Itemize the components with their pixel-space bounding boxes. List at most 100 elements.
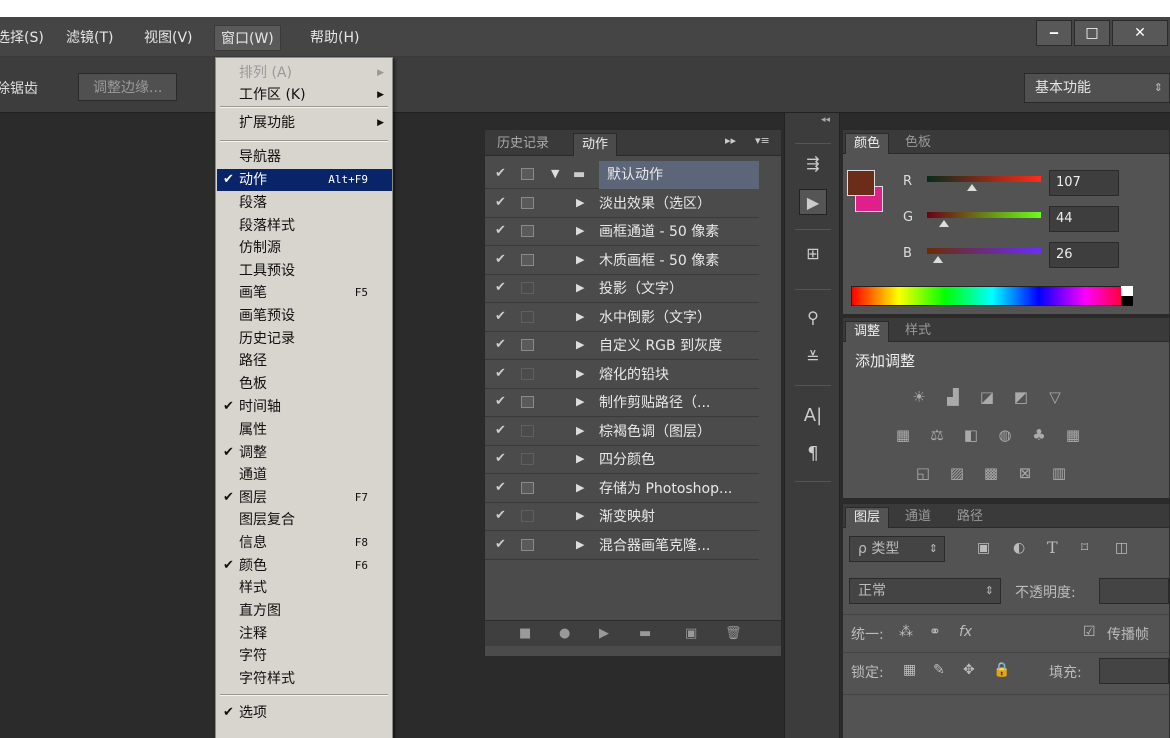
exposure-icon[interactable]: ◩ <box>1011 388 1031 406</box>
menu-item[interactable]: 通道 <box>217 464 392 486</box>
menu-window[interactable]: 窗口(W) <box>214 25 281 51</box>
lock-all-icon[interactable]: 🔒 <box>993 662 1010 678</box>
expand-right-icon[interactable]: ▶ <box>576 538 584 551</box>
menu-item[interactable]: 路径 <box>217 350 392 372</box>
action-set-row[interactable]: ✔ ▼ ▬ 默认动作 <box>485 161 759 189</box>
unify-position-icon[interactable]: ⁂ <box>899 624 913 640</box>
tab-styles[interactable]: 样式 <box>897 321 939 342</box>
action-row[interactable]: ✔ ▶ 水中倒影（文字） <box>485 304 759 332</box>
menu-item[interactable]: 属性 <box>217 419 392 441</box>
tab-channels[interactable]: 通道 <box>897 507 939 528</box>
menu-item[interactable]: 排列 (A) ▶ <box>217 62 392 84</box>
toggle-check-icon[interactable]: ✔ <box>495 280 509 295</box>
menu-item[interactable]: 段落样式 <box>217 215 392 237</box>
trash-icon[interactable]: 🗑 <box>725 626 742 641</box>
close-button[interactable]: ✕ <box>1112 20 1168 46</box>
action-row[interactable]: ✔ ▶ 画框通道 - 50 像素 <box>485 218 759 246</box>
menu-item[interactable]: 历史记录 <box>217 328 392 350</box>
dialog-toggle-icon[interactable] <box>521 424 534 437</box>
tab-layers[interactable]: 图层 <box>845 507 890 528</box>
photo-filter-icon[interactable]: ◍ <box>995 426 1015 444</box>
menu-item[interactable]: 图层复合 <box>217 509 392 531</box>
white-swatch[interactable] <box>1121 286 1133 296</box>
toggle-check-icon[interactable]: ✔ <box>495 508 509 523</box>
vibrance-icon[interactable]: ▽ <box>1045 388 1065 406</box>
expand-right-icon[interactable]: ▶ <box>576 253 584 266</box>
menu-item[interactable]: ✔ 选项 <box>217 702 392 724</box>
action-row[interactable]: ✔ ▶ 混合器画笔克隆... <box>485 532 759 560</box>
expand-right-icon[interactable]: ▶ <box>576 196 584 209</box>
collapse-panel-icon[interactable]: ▸▸ <box>725 134 736 147</box>
action-row[interactable]: ✔ ▶ 制作剪贴路径（... <box>485 389 759 417</box>
menu-item[interactable]: 色板 <box>217 373 392 395</box>
toggle-check-icon[interactable]: ✔ <box>495 480 509 495</box>
filter-type-icon[interactable]: T <box>1047 538 1058 557</box>
channel-mixer-icon[interactable]: ♣ <box>1029 426 1049 444</box>
hue-saturation-icon[interactable]: ▦ <box>893 426 913 444</box>
unify-visibility-icon[interactable]: ⚭ <box>929 624 941 640</box>
record-icon[interactable]: ● <box>559 626 570 641</box>
brush-presets-icon[interactable]: ⚲ <box>799 305 827 331</box>
menu-help[interactable]: 帮助(H) <box>304 25 365 51</box>
tool-presets-icon[interactable]: ⊞ <box>799 241 827 267</box>
posterize-icon[interactable]: ▨ <box>947 464 967 482</box>
menu-item[interactable]: 工具预设 <box>217 260 392 282</box>
action-row[interactable]: ✔ ▶ 淡出效果（选区） <box>485 190 759 218</box>
filter-shape-icon[interactable]: ⌑ <box>1081 540 1088 556</box>
character-icon[interactable]: A| <box>799 403 827 429</box>
expand-right-icon[interactable]: ▶ <box>576 338 584 351</box>
expand-right-icon[interactable]: ▶ <box>576 424 584 437</box>
dialog-toggle-icon[interactable] <box>521 282 534 294</box>
action-row[interactable]: ✔ ▶ 渐变映射 <box>485 503 759 531</box>
toggle-check-icon[interactable]: ✔ <box>495 366 509 381</box>
refine-edge-button[interactable]: 调整边缘... <box>78 73 178 101</box>
black-white-icon[interactable]: ◧ <box>961 426 981 444</box>
toggle-check-icon[interactable]: ✔ <box>495 195 509 210</box>
filter-adjustment-icon[interactable]: ◐ <box>1013 540 1025 556</box>
invert-icon[interactable]: ◱ <box>913 464 933 482</box>
tab-actions[interactable]: 动作 <box>573 133 618 156</box>
blue-slider-thumb[interactable] <box>933 256 943 263</box>
dialog-toggle-icon[interactable] <box>521 253 534 266</box>
dialog-toggle-icon[interactable] <box>521 367 534 380</box>
action-row[interactable]: ✔ ▶ 存储为 Photoshop... <box>485 475 759 503</box>
folder-icon[interactable]: ▬ <box>639 626 651 641</box>
action-row[interactable]: ✔ ▶ 四分颜色 <box>485 446 759 474</box>
maximize-button[interactable]: □ <box>1074 20 1110 46</box>
green-slider[interactable] <box>927 212 1041 218</box>
menu-item[interactable]: 直方图 <box>217 600 392 622</box>
menu-item[interactable]: 注释 <box>217 623 392 645</box>
black-swatch[interactable] <box>1121 296 1133 306</box>
tab-swatches[interactable]: 色板 <box>897 133 939 154</box>
foreground-color-swatch[interactable] <box>847 170 875 196</box>
menu-item[interactable]: 样式 <box>217 577 392 599</box>
expand-right-icon[interactable]: ▶ <box>576 452 584 465</box>
expand-right-icon[interactable]: ▶ <box>576 310 584 323</box>
menu-item[interactable]: ✔ 时间轴 <box>217 396 392 418</box>
lock-transparency-icon[interactable]: ▦ <box>903 662 916 678</box>
blue-slider[interactable] <box>927 248 1041 254</box>
workspace-select[interactable]: 基本功能 ⇕ <box>1024 73 1170 103</box>
new-action-icon[interactable]: ▣ <box>685 626 697 641</box>
action-row[interactable]: ✔ ▶ 木质画框 - 50 像素 <box>485 247 759 275</box>
menu-item[interactable]: 画笔 F5 <box>217 282 392 304</box>
tab-paths[interactable]: 路径 <box>949 507 991 528</box>
collapse-strip-icon[interactable]: ◂◂ <box>821 115 830 125</box>
menu-item[interactable]: 仿制源 <box>217 237 392 259</box>
dialog-toggle-icon[interactable] <box>521 168 534 180</box>
dialog-toggle-icon[interactable] <box>521 481 534 494</box>
toggle-check-icon[interactable]: ✔ <box>495 537 509 552</box>
toggle-check-icon[interactable]: ✔ <box>495 394 509 409</box>
menu-filter[interactable]: 滤镜(T) <box>60 25 119 51</box>
menu-view[interactable]: 视图(V) <box>138 25 199 51</box>
green-slider-thumb[interactable] <box>939 220 949 227</box>
menu-item[interactable]: 导航器 <box>217 146 392 168</box>
red-slider-thumb[interactable] <box>967 184 977 191</box>
tab-color[interactable]: 颜色 <box>845 133 890 154</box>
fill-input[interactable] <box>1099 658 1169 684</box>
toggle-check-icon[interactable]: ✔ <box>495 223 509 238</box>
unify-style-icon[interactable]: fx <box>959 624 972 640</box>
expand-right-icon[interactable]: ▶ <box>576 481 584 494</box>
color-lookup-icon[interactable]: ▦ <box>1063 426 1083 444</box>
toggle-check-icon[interactable]: ✔ <box>495 252 509 267</box>
